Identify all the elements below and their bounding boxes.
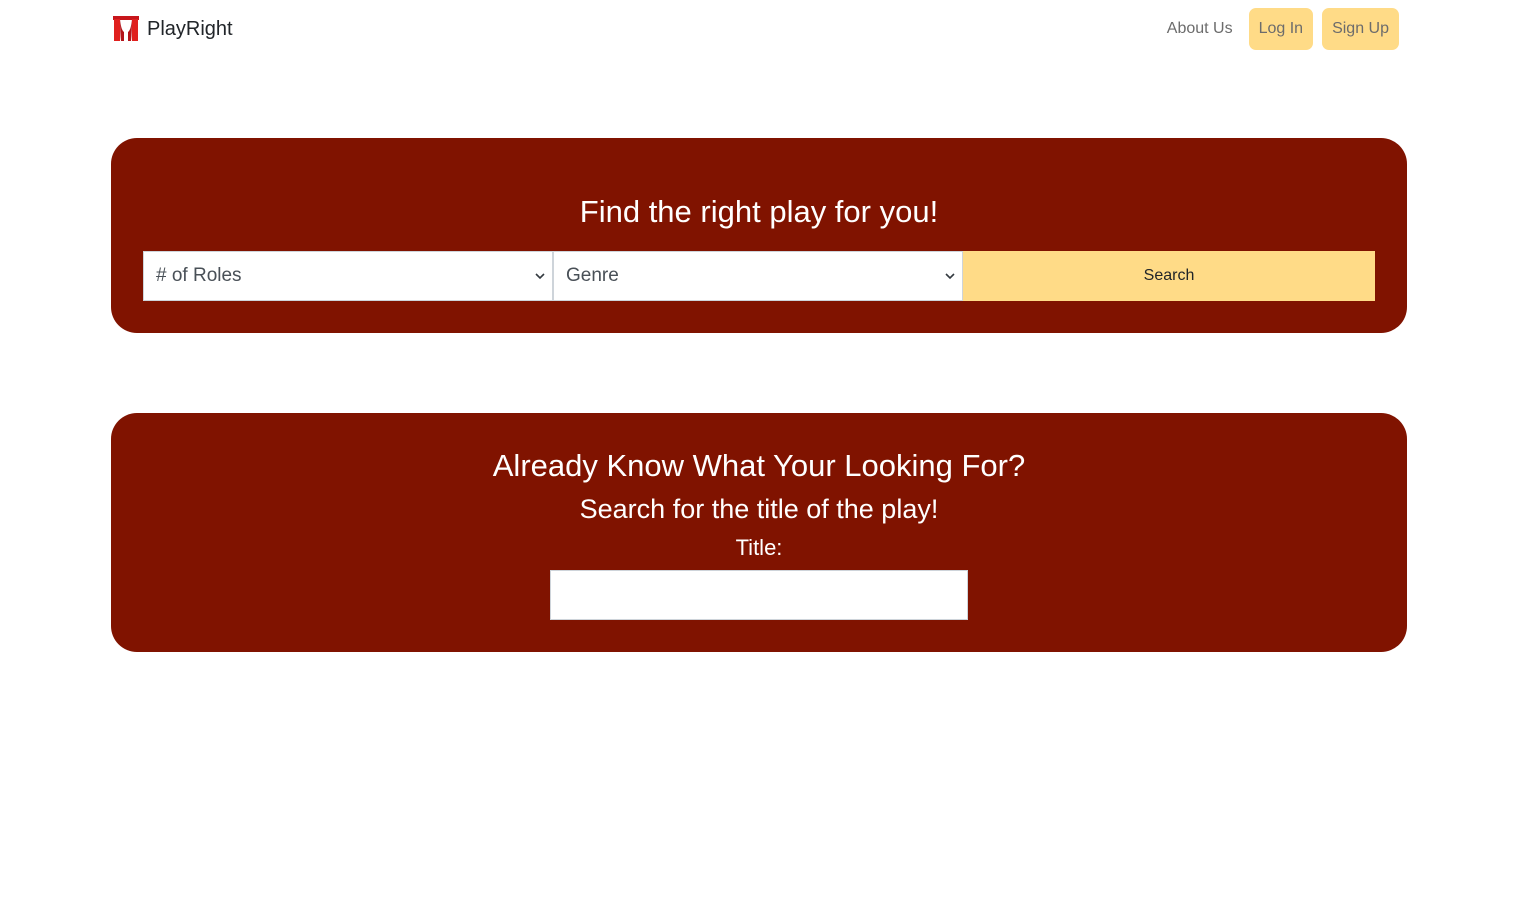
filter-row: # of Roles Genre Search — [143, 251, 1375, 301]
finder-heading: Find the right play for you! — [579, 194, 939, 229]
about-us-link[interactable]: About Us — [1161, 20, 1239, 38]
title-search-subheading: Search for the title of the play! — [579, 494, 939, 524]
signup-button[interactable]: Sign Up — [1322, 8, 1399, 50]
chevron-down-icon — [945, 273, 955, 280]
chevron-down-icon — [535, 273, 545, 280]
genre-select[interactable]: Genre — [553, 251, 963, 301]
top-navbar: PlayRight About Us Log In Sign Up — [0, 0, 1518, 60]
roles-select-value: # of Roles — [156, 265, 242, 286]
title-input[interactable] — [550, 570, 968, 620]
brand-name: PlayRight — [147, 17, 233, 40]
brand-link[interactable]: PlayRight — [113, 14, 233, 44]
title-field-label: Title: — [735, 535, 783, 560]
roles-select[interactable]: # of Roles — [143, 251, 553, 301]
theater-curtain-icon — [113, 16, 139, 41]
play-finder-panel: Find the right play for you! # of Roles … — [111, 138, 1407, 333]
genre-select-value: Genre — [566, 265, 619, 286]
nav-actions: About Us Log In Sign Up — [1161, 8, 1399, 50]
title-search-panel: Already Know What Your Looking For? Sear… — [111, 413, 1407, 652]
search-button[interactable]: Search — [963, 251, 1375, 301]
title-search-heading: Already Know What Your Looking For? — [492, 448, 1026, 483]
login-button[interactable]: Log In — [1248, 8, 1314, 50]
